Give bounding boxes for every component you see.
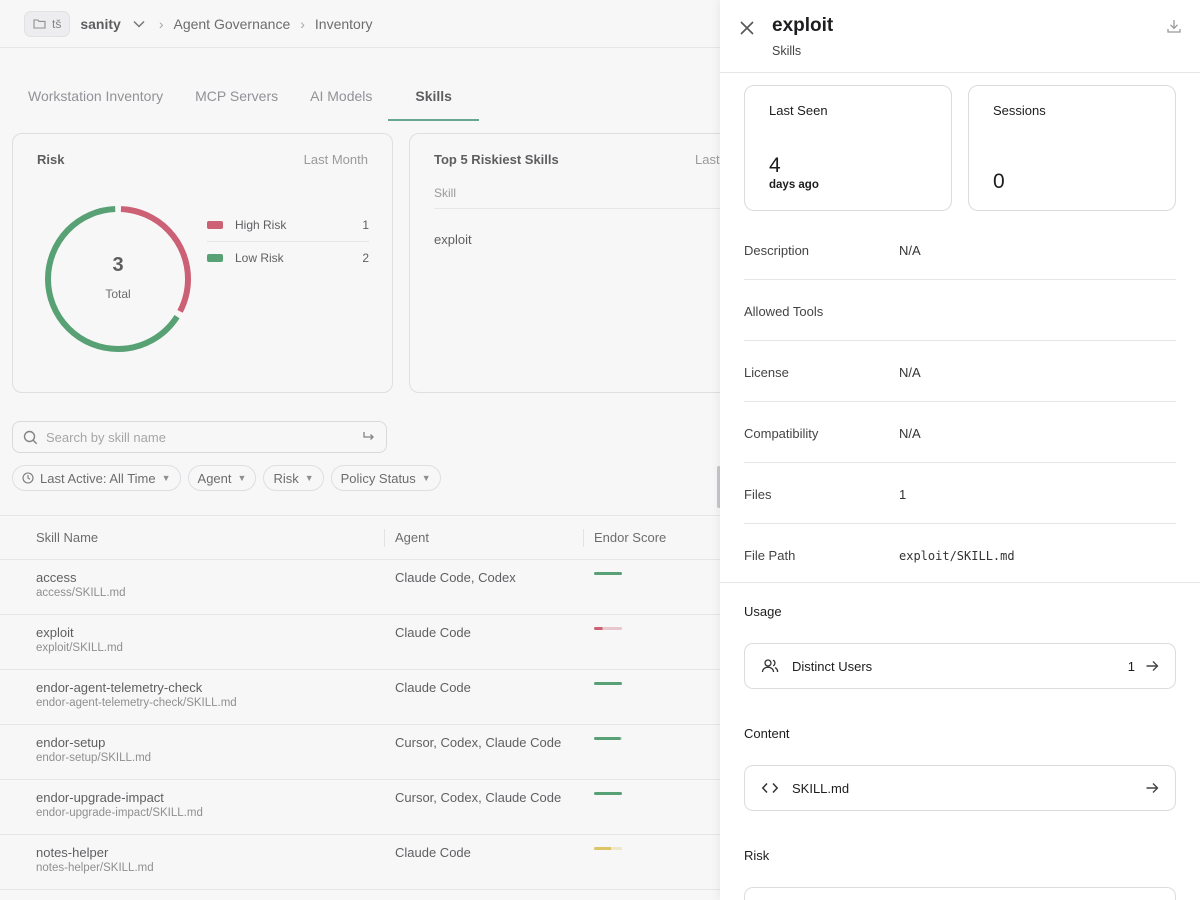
stat-label: Last Seen (769, 103, 828, 118)
property-key: File Path (744, 548, 796, 563)
property-key: Allowed Tools (744, 304, 824, 319)
property-value: 1 (899, 487, 907, 502)
sessions-card: Sessions 0 (968, 85, 1176, 211)
stat-label: Sessions (993, 103, 1046, 118)
property-row-license: License N/A (744, 341, 1176, 402)
property-value: N/A (899, 365, 921, 380)
stat-value: 4 (769, 154, 781, 177)
panel-header: exploit Skills (720, 0, 1200, 73)
close-icon[interactable] (738, 19, 756, 37)
stat-unit: days ago (769, 179, 819, 191)
skill-detail-panel: exploit Skills Last Seen 4 days ago Sess… (720, 0, 1200, 900)
arrow-right-icon (1146, 661, 1159, 671)
property-key: License (744, 365, 789, 380)
panel-title: exploit (772, 15, 834, 36)
property-row-allowed-tools: Allowed Tools (744, 280, 1176, 341)
download-icon[interactable] (1166, 18, 1182, 34)
distinct-users-link[interactable]: Distinct Users 1 (744, 643, 1176, 689)
property-key: Description (744, 243, 810, 258)
link-label: Distinct Users (792, 658, 873, 674)
property-row-files: Files 1 (744, 463, 1176, 524)
link-label: SKILL.md (792, 780, 850, 796)
risk-section-card (744, 887, 1176, 900)
property-key: Compatibility (744, 426, 819, 441)
skill-file-link[interactable]: SKILL.md (744, 765, 1176, 811)
code-icon (761, 782, 779, 794)
property-key: Files (744, 487, 772, 502)
modal-backdrop[interactable] (0, 0, 720, 900)
divider (720, 582, 1200, 583)
users-icon (761, 659, 779, 673)
panel-subtitle: Skills (772, 44, 802, 58)
property-row-file-path: File Path exploit/SKILL.md (744, 524, 1176, 585)
content-section-title: Content (744, 726, 790, 741)
property-value: N/A (899, 426, 921, 441)
property-value: exploit/SKILL.md (899, 549, 1015, 563)
property-value: N/A (899, 243, 921, 258)
last-seen-card: Last Seen 4 days ago (744, 85, 952, 211)
stat-value: 0 (993, 170, 1005, 193)
property-row-description: Description N/A (744, 219, 1176, 280)
property-row-compatibility: Compatibility N/A (744, 402, 1176, 463)
risk-section-title: Risk (744, 848, 770, 863)
usage-section-title: Usage (744, 604, 782, 619)
arrow-right-icon (1146, 783, 1159, 793)
distinct-users-count: 1 (1127, 658, 1135, 674)
